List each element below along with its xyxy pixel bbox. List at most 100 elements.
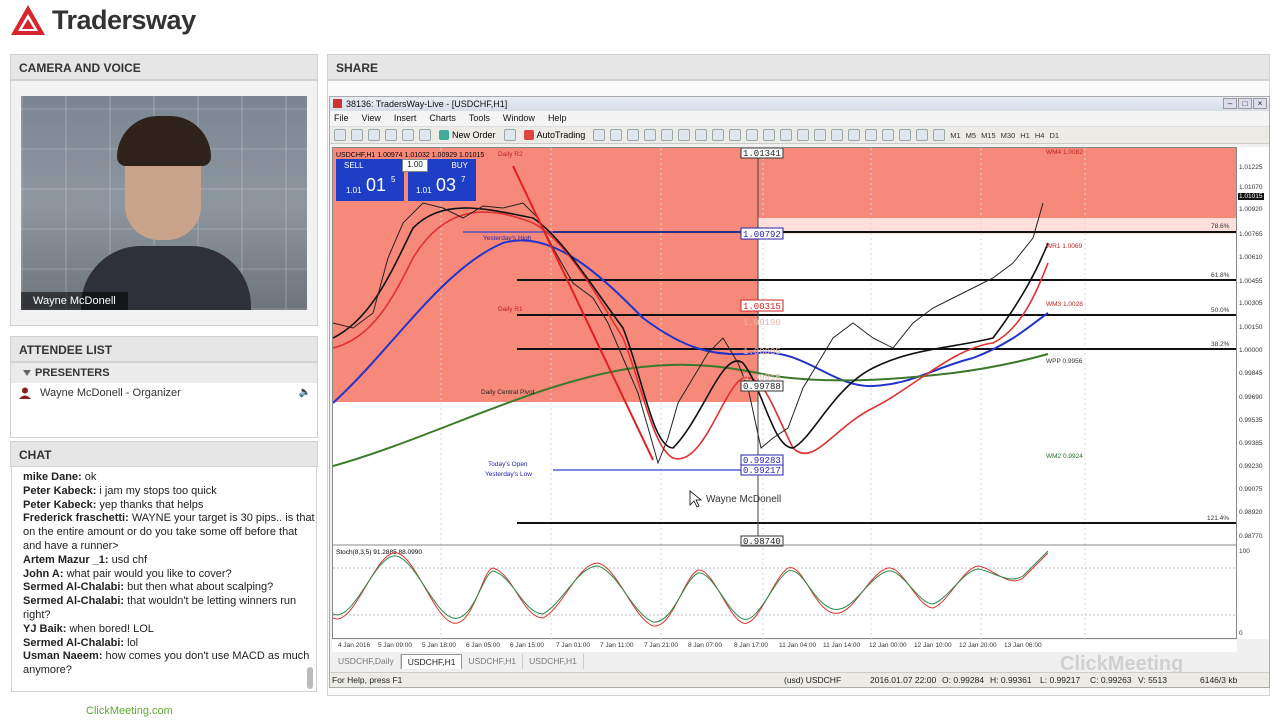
periods-icon[interactable] [746,129,759,141]
trendline-icon[interactable] [848,129,861,141]
timeframe-m1[interactable]: M1 [950,131,960,140]
price-box-5: 1.00005 [743,347,781,357]
sell-price-big: 01 [366,175,387,195]
tab-usdchf-h1-active[interactable]: USDCHF,H1 [400,654,463,669]
menu-file[interactable]: File [334,113,349,126]
sell-price-prefix: 1.01 [346,186,362,195]
timeframe-m15[interactable]: M15 [981,131,996,140]
navigator-icon[interactable] [385,129,397,141]
clickmeeting-link[interactable]: ClickMeeting.com [86,705,173,717]
status-open: O: 0.99284 [942,675,985,685]
presenter-label: Wayne McDonell [21,292,128,310]
arrows-icon[interactable] [933,129,946,141]
zoom-in-icon[interactable] [644,129,657,141]
new-order-icon [439,130,449,140]
chart-shift-icon[interactable] [712,129,725,141]
chat-message: YJ Baik: when bored! LOL [23,623,316,637]
timeframe-d1[interactable]: D1 [1049,131,1059,140]
price-tick: 1.00000 [1239,347,1263,354]
text-icon[interactable] [899,129,912,141]
chat-scrollbar[interactable] [307,667,313,689]
price-box-3: 1.00315 [743,302,781,312]
label-icon[interactable] [916,129,929,141]
stoch-tick: 0 [1239,630,1243,637]
mt4-title-bar: 38136: TradersWay-Live - [USDCHF,H1] – □… [330,97,1269,111]
bar-chart-icon[interactable] [593,129,606,141]
price-tick: 0.99230 [1239,463,1263,470]
timeframe-h1[interactable]: H1 [1020,131,1030,140]
price-tick: 1.00455 [1239,278,1263,285]
menu-charts[interactable]: Charts [429,113,456,126]
status-traffic: 6146/3 kb [1200,675,1238,685]
price-tick: 0.99845 [1239,370,1263,377]
tester-icon[interactable] [419,129,431,141]
cursor-icon[interactable] [780,129,793,141]
time-tick: 13 Jan 06:00 [1004,642,1042,649]
status-high: H: 0.99361 [990,675,1032,685]
price-axis: 1.01225 1.01070 1.01015 1.00920 1.00765 … [1237,147,1269,639]
new-chart-icon[interactable] [334,129,346,141]
time-tick: 8 Jan 17:00 [734,642,768,649]
horizontal-line-icon[interactable] [831,129,844,141]
profiles-icon[interactable] [351,129,363,141]
new-order-label: New Order [452,130,496,140]
candlestick-icon[interactable] [610,129,623,141]
price-chart[interactable]: USDCHF,H1 1.00974 1.01032 1.00929 1.0101… [332,147,1238,640]
fibonacci-icon[interactable] [882,129,895,141]
mt4-status-bar: For Help, press F1 (usd) USDCHF 2016.01.… [330,672,1269,687]
mt4-menu-bar: File View Insert Charts Tools Window Hel… [330,111,1269,126]
chat-messages[interactable]: mike Dane: ok Peter Kabeck: i jam my sto… [11,466,317,692]
price-tick: 1.01070 [1239,184,1263,191]
line-chart-icon[interactable] [627,129,640,141]
wpp-label: WPP 0.9956 [1046,358,1083,365]
zoom-out-icon[interactable] [661,129,674,141]
chart-tabs: USDCHF,Daily USDCHF,H1 USDCHF,H1 USDCHF,… [332,654,584,669]
templates-icon[interactable] [763,129,776,141]
wm3-label: WM3 1.0028 [1046,301,1083,308]
collapse-triangle-icon[interactable] [23,370,31,376]
tab-usdchf-h1[interactable]: USDCHF,H1 [523,654,584,669]
brand-logo[interactable]: Tradersway [10,2,196,38]
maximize-button[interactable]: □ [1238,98,1252,109]
price-tick: 1.00150 [1239,324,1263,331]
presenter-video[interactable]: Wayne McDonell [21,96,307,310]
chat-sender: Peter Kabeck: [23,498,97,511]
metatrader-window[interactable]: 38136: TradersWay-Live - [USDCHF,H1] – □… [329,96,1270,688]
menu-help[interactable]: Help [548,113,567,126]
presenters-group-header[interactable]: PRESENTERS [11,363,317,383]
price-tick: 0.98920 [1239,509,1263,516]
fib-1214-label: 121.4% [1207,515,1229,522]
meta-editor-icon[interactable] [503,129,516,141]
time-axis: 4 Jan 2016 5 Jan 09:00 5 Jan 18:00 6 Jan… [332,640,1237,652]
close-button[interactable]: × [1253,98,1267,109]
autoscroll-icon[interactable] [695,129,708,141]
new-order-button[interactable]: New Order [436,130,499,140]
logo-text: Tradersway [52,4,196,35]
remote-cursor-icon [689,490,703,508]
menu-window[interactable]: Window [503,113,535,126]
timeframe-h4[interactable]: H4 [1035,131,1045,140]
menu-insert[interactable]: Insert [394,113,417,126]
price-box-4: 1.00190 [743,318,781,328]
speaker-icon[interactable]: 🔈 [299,387,311,398]
lot-size-input[interactable]: 1.00 [402,159,428,172]
stoch-header: Stoch(8,3,5) 91.2885 88.0990 [336,549,422,556]
menu-tools[interactable]: Tools [469,113,490,126]
chat-sender: mike Dane: [23,471,82,483]
autotrading-button[interactable]: AutoTrading [521,130,589,140]
indicators-icon[interactable] [729,129,742,141]
attendee-row[interactable]: Wayne McDonell - Organizer 🔈 [11,383,317,403]
channel-icon[interactable] [865,129,878,141]
minimize-button[interactable]: – [1223,98,1237,109]
tile-windows-icon[interactable] [678,129,691,141]
crosshair-icon[interactable] [797,129,810,141]
sell-button[interactable]: SELL 1.01 01 5 [336,159,404,201]
menu-view[interactable]: View [362,113,381,126]
timeframe-m30[interactable]: M30 [1001,131,1016,140]
market-watch-icon[interactable] [368,129,380,141]
tab-usdchf-h1[interactable]: USDCHF,H1 [462,654,524,669]
tab-usdchf-daily[interactable]: USDCHF,Daily [332,654,401,669]
vertical-line-icon[interactable] [814,129,827,141]
terminal-icon[interactable] [402,129,414,141]
timeframe-m5[interactable]: M5 [966,131,976,140]
